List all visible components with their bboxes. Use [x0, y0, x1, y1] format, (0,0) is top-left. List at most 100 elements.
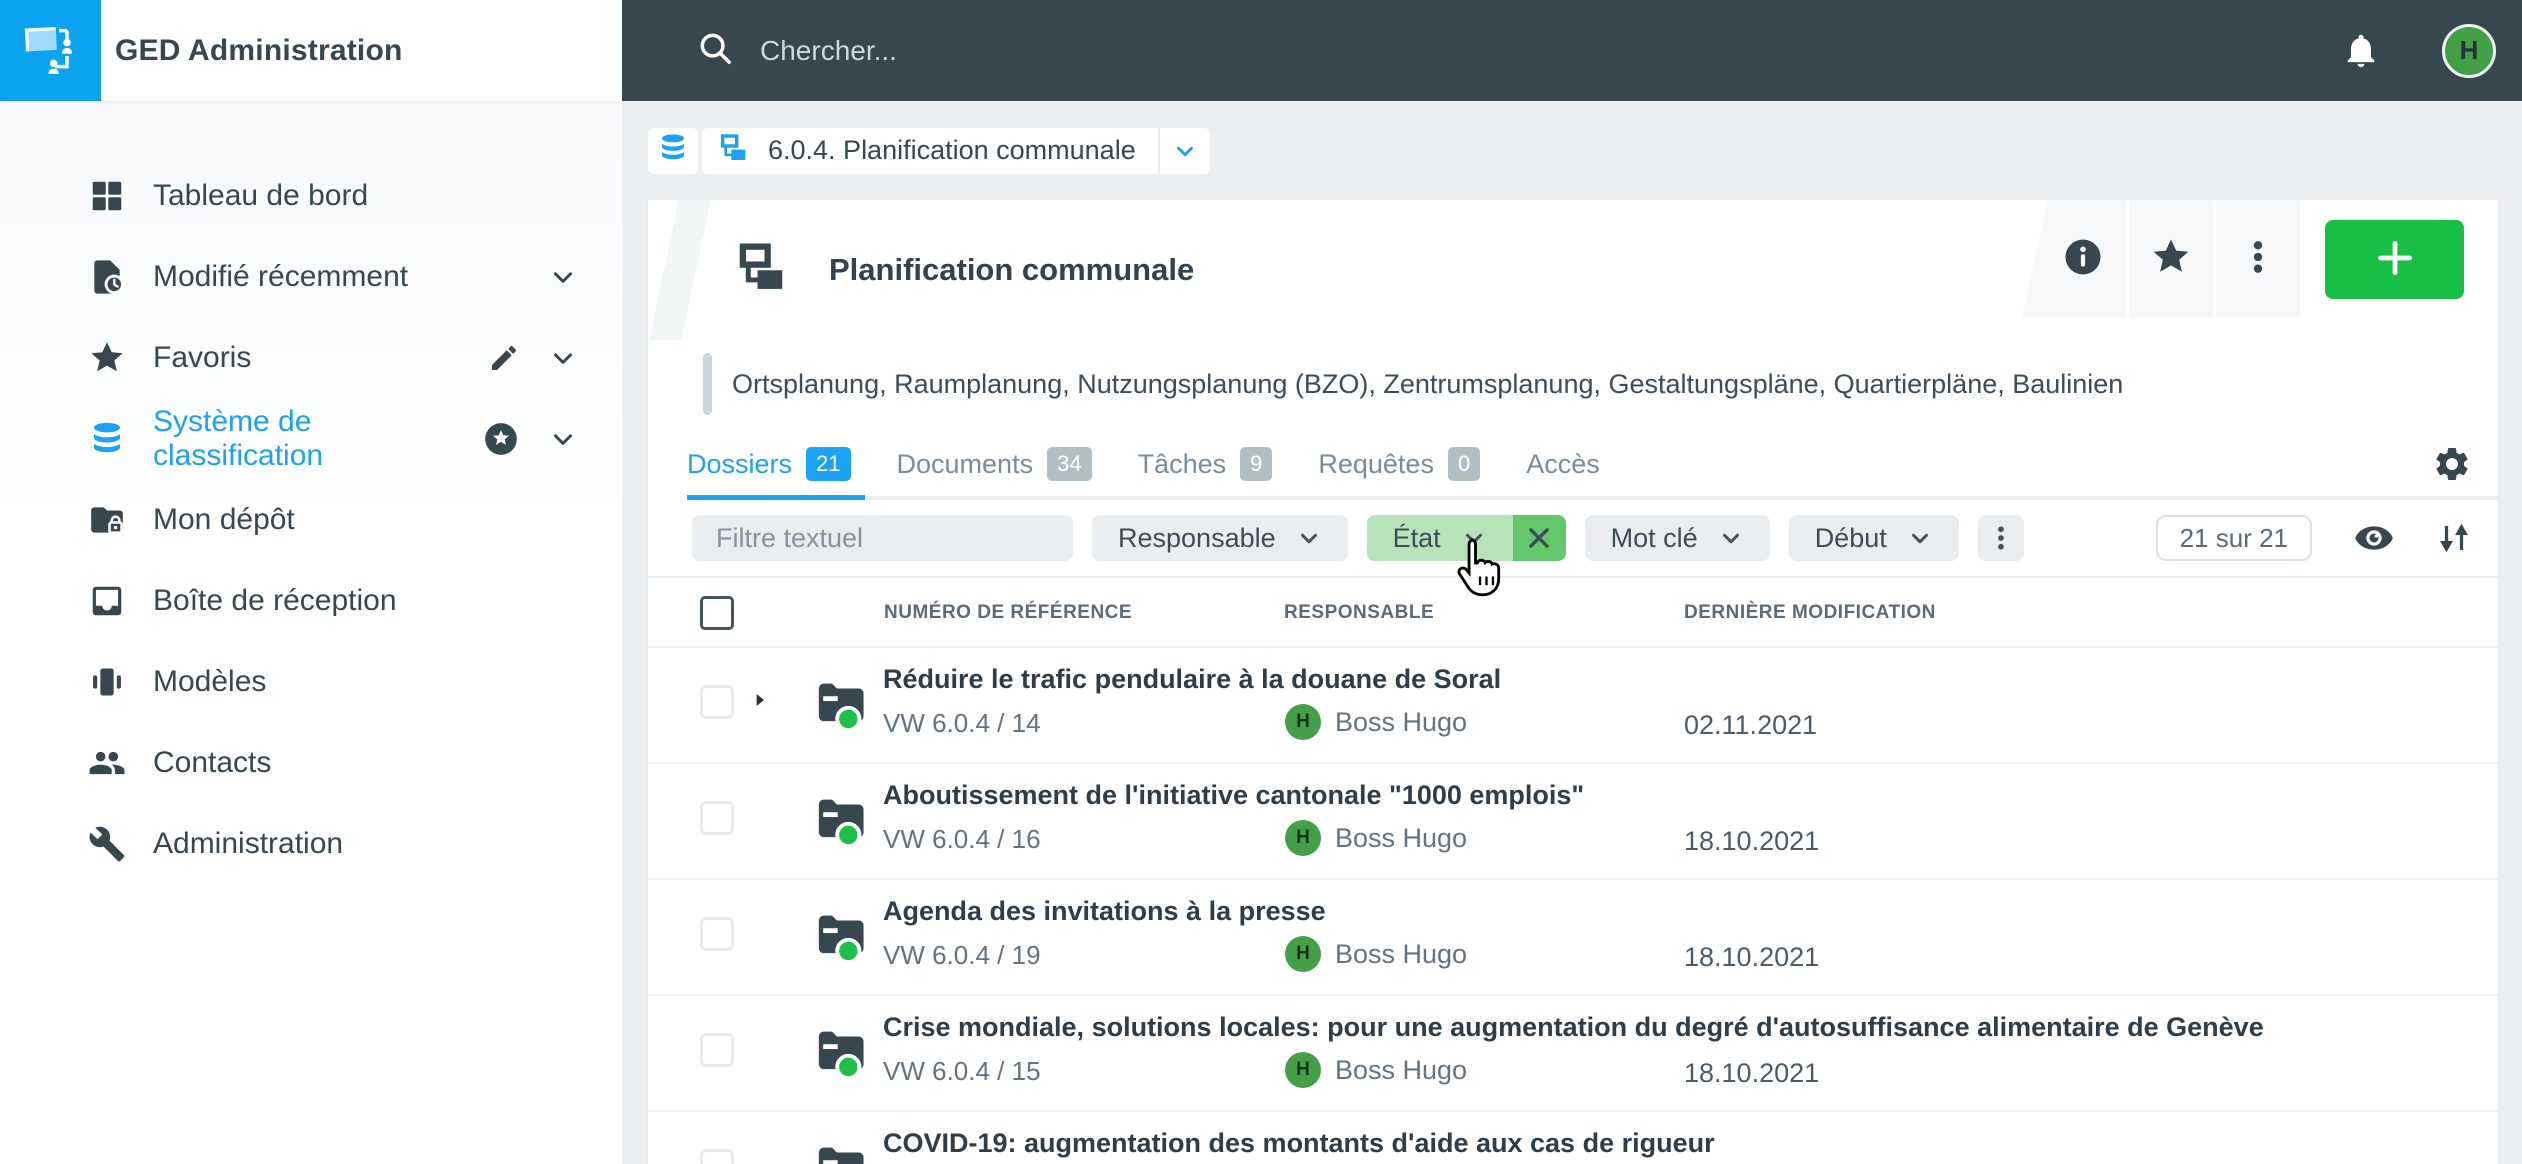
tab-acc-s[interactable]: Accès — [1526, 428, 1600, 500]
breadcrumb-node[interactable]: 6.0.4. Planification communale — [702, 127, 1210, 174]
responsable-cell: H Boss Hugo — [1285, 1052, 1467, 1088]
dossier-title[interactable]: COVID-19: augmentation des montants d'ai… — [883, 1128, 1715, 1159]
sort-icon — [2436, 520, 2472, 556]
dossier-title[interactable]: Aboutissement de l'initiative cantonale … — [883, 780, 1584, 811]
filter-label: Début — [1814, 522, 1887, 553]
tab-count-badge: 21 — [806, 447, 851, 481]
row-checkbox[interactable] — [700, 801, 734, 835]
responsable-name: Boss Hugo — [1335, 706, 1468, 737]
info-button[interactable] — [2022, 200, 2126, 318]
plus-icon — [2373, 236, 2417, 283]
org-chart-icon — [718, 132, 750, 169]
tab-documents[interactable]: Documents 34 — [897, 428, 1092, 500]
app-logo[interactable] — [0, 0, 101, 101]
sidebar-item-label: Administration — [153, 826, 344, 860]
tabs-row: Dossiers 21 Documents 34 Tâches 9 Requêtes 0 Acc… — [648, 428, 2498, 500]
chevron-down-icon[interactable] — [548, 343, 578, 373]
sidebar-item-bo-te-de-r-ception[interactable]: Boîte de réception — [0, 560, 622, 641]
sidebar-item-mod-les[interactable]: Modèles — [0, 641, 622, 722]
folder-status-icon — [814, 674, 872, 737]
eye-button[interactable] — [2354, 518, 2394, 558]
table-row[interactable]: Aboutissement de l'initiative cantonale … — [648, 764, 2498, 880]
row-checkbox[interactable] — [700, 1149, 734, 1164]
sidebar-item-label: Mon dépôt — [153, 502, 295, 536]
filter-mot-cl--button[interactable]: Mot clé — [1584, 515, 1770, 561]
people-icon — [88, 744, 126, 782]
dossier-reference: VW 6.0.4 / 19 — [883, 940, 1041, 970]
filter-label: Mot clé — [1610, 522, 1698, 553]
more-filters-button[interactable] — [1977, 515, 2024, 561]
filter-label: État — [1392, 522, 1441, 553]
favorite-button[interactable] — [2129, 200, 2213, 318]
folder-card: Planification communale Ortsplanung, Rau… — [648, 200, 2498, 1164]
add-button[interactable] — [2325, 219, 2464, 299]
row-checkbox[interactable] — [700, 685, 734, 719]
sidebar-item-favoris[interactable]: Favoris — [0, 317, 622, 398]
star-icon — [88, 339, 126, 377]
tab-requ-tes[interactable]: Requêtes 0 — [1318, 428, 1481, 500]
last-modified-date: 18.10.2021 — [1684, 826, 1820, 856]
sidebar-item-tableau-de-bord[interactable]: Tableau de bord — [0, 155, 622, 236]
row-checkbox[interactable] — [700, 917, 734, 951]
app-title: GED Administration — [115, 33, 403, 67]
star-circle-icon[interactable] — [482, 420, 520, 458]
chevron-small-icon — [1718, 525, 1744, 551]
database-icon — [88, 420, 126, 458]
breadcrumb-root-button[interactable] — [648, 127, 698, 174]
recent-document-icon — [88, 258, 126, 296]
sidebar-item-administration[interactable]: Administration — [0, 803, 622, 884]
folder-lock-icon — [88, 501, 126, 539]
tab-label: Tâches — [1137, 448, 1227, 479]
table-row[interactable]: Réduire le trafic pendulaire à la douane… — [648, 648, 2498, 764]
sidebar-item-contacts[interactable]: Contacts — [0, 722, 622, 803]
dossier-title[interactable]: Crise mondiale, solutions locales: pour … — [883, 1012, 2264, 1043]
dossier-title[interactable]: Agenda des invitations à la presse — [883, 896, 1326, 927]
sidebar-header: GED Administration — [0, 0, 622, 101]
table-row[interactable]: Agenda des invitations à la presse VW 6.0… — [648, 880, 2498, 996]
table-row[interactable]: COVID-19: augmentation des montants d'ai… — [648, 1112, 2498, 1164]
gear-icon — [2432, 444, 2472, 484]
filter-responsable-button[interactable]: Responsable — [1092, 515, 1348, 561]
responsable-avatar: H — [1285, 1052, 1321, 1088]
column-header[interactable]: NUMÉRO DE RÉFÉRENCE — [884, 602, 1132, 624]
sidebar-item-modifi-r-cemment[interactable]: Modifié récemment — [0, 236, 622, 317]
expand-arrow-icon[interactable] — [750, 690, 770, 710]
column-header[interactable]: RESPONSABLE — [1284, 602, 1434, 624]
clear-etat-filter-button[interactable] — [1512, 515, 1566, 561]
breadcrumb-expand-button[interactable] — [1157, 127, 1210, 174]
filter-d-but-button[interactable]: Début — [1788, 515, 1959, 561]
text-filter-input[interactable] — [692, 515, 1073, 561]
dossier-reference: VW 6.0.4 / 16 — [883, 824, 1041, 854]
dossier-title[interactable]: Réduire le trafic pendulaire à la douane… — [883, 664, 1501, 695]
tab-dossiers[interactable]: Dossiers 21 — [687, 428, 864, 500]
tab-count-badge: 9 — [1240, 447, 1273, 481]
filter--tat-button[interactable]: État — [1366, 515, 1513, 561]
sort-button[interactable] — [2436, 520, 2472, 556]
tab-label: Accès — [1526, 448, 1600, 479]
search-input[interactable] — [760, 34, 1460, 67]
x-icon — [1525, 524, 1553, 552]
user-avatar[interactable]: H — [2442, 23, 2496, 78]
chevron-small-icon — [1461, 525, 1487, 551]
table-settings-button[interactable] — [2432, 444, 2472, 484]
folder-status-icon — [814, 906, 872, 969]
responsable-avatar: H — [1285, 820, 1321, 856]
sidebar-item-mon-d-p-t[interactable]: Mon dépôt — [0, 479, 622, 560]
sidebar-item-syst-me-de-classification[interactable]: Système de classification — [0, 398, 622, 479]
last-modified-date: 02.11.2021 — [1684, 710, 1818, 740]
table-row[interactable]: Crise mondiale, solutions locales: pour … — [648, 996, 2498, 1112]
chevron-small-icon — [1907, 525, 1933, 551]
chevron-down-icon[interactable] — [548, 262, 578, 292]
select-all-checkbox[interactable] — [700, 596, 734, 630]
tab-label: Requêtes — [1318, 448, 1434, 479]
pencil-icon[interactable] — [488, 342, 520, 374]
sidebar-item-label: Modèles — [153, 664, 267, 698]
column-header[interactable]: DERNIÈRE MODIFICATION — [1684, 602, 1936, 624]
responsable-name: Boss Hugo — [1335, 1054, 1468, 1085]
tab-t-ches[interactable]: Tâches 9 — [1138, 428, 1273, 500]
kebab-small-icon — [1986, 523, 2016, 553]
more-actions-button[interactable] — [2216, 200, 2300, 318]
notifications-icon[interactable] — [2342, 32, 2380, 70]
chevron-down-icon[interactable] — [548, 424, 578, 454]
row-checkbox[interactable] — [700, 1033, 734, 1067]
